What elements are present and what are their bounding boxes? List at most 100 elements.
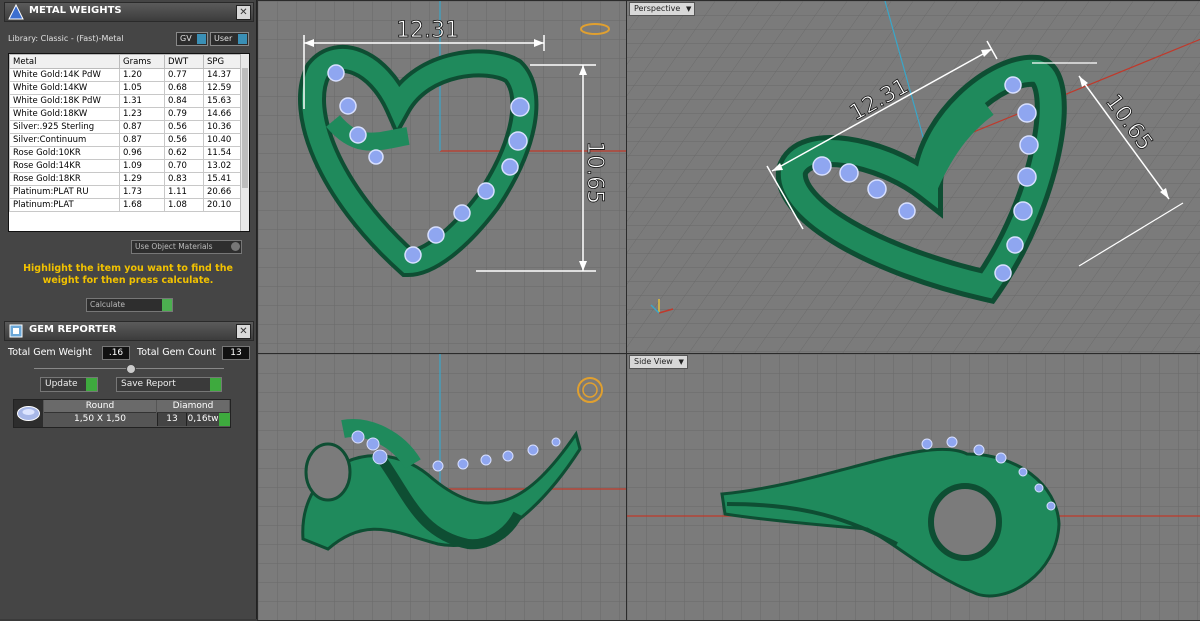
gem-count: 13 <box>157 413 186 426</box>
total-gem-count-value: 13 <box>222 346 250 360</box>
col-grams[interactable]: Grams <box>119 54 165 69</box>
perspective-label-text: Perspective <box>634 4 681 13</box>
metal-cell: White Gold:18KW <box>9 107 120 121</box>
calculate-button[interactable]: Calculate <box>86 298 173 312</box>
top-view-canvas: 12.31 10.65 <box>258 1 626 353</box>
table-row[interactable]: Platinum:PLAT 1.68 1.08 20.10 <box>9 198 245 212</box>
dwt-cell: 0.56 <box>164 133 204 147</box>
metal-cell: Rose Gold:10KR <box>9 146 120 160</box>
table-row[interactable]: Platinum:PLAT RU 1.73 1.11 20.66 <box>9 185 245 199</box>
scroll-thumb[interactable] <box>242 68 248 188</box>
close-icon[interactable]: ✕ <box>236 324 251 339</box>
metal-cell: White Gold:18K PdW <box>9 94 120 108</box>
side-panel: METAL WEIGHTS ✕ Library: Classic - (Fast… <box>0 0 257 619</box>
spg-cell: 12.59 <box>203 81 245 95</box>
grams-cell: 1.09 <box>119 159 165 173</box>
table-row[interactable]: White Gold:18KW 1.23 0.79 14.66 <box>9 107 245 121</box>
play-icon <box>210 378 221 391</box>
dwt-cell: 1.08 <box>164 198 204 212</box>
splitter-handle[interactable] <box>126 364 136 374</box>
play-icon <box>162 299 172 311</box>
metal-weights-icon <box>8 4 24 20</box>
spg-cell: 10.36 <box>203 120 245 134</box>
front-view-canvas <box>258 354 626 620</box>
metal-table[interactable]: Metal Grams DWT SPG White Gold:14K PdW 1.… <box>8 53 250 232</box>
side-view-canvas <box>627 354 1200 620</box>
use-object-materials-label: Use Object Materials <box>135 242 213 251</box>
gem-row[interactable]: Round Diamond 1,50 X 1,50 13 0,16tw <box>13 399 231 428</box>
save-report-button[interactable]: Save Report <box>116 377 222 392</box>
perspective-view-canvas: 12.31 10.65 <box>627 1 1200 353</box>
table-row[interactable]: Rose Gold:10KR 0.96 0.62 11.54 <box>9 146 245 160</box>
gem-reporter-titlebar: GEM REPORTER ✕ <box>4 321 254 341</box>
table-row[interactable]: White Gold:14KW 1.05 0.68 12.59 <box>9 81 245 95</box>
dimension-height-label: 10.65 <box>582 141 607 204</box>
viewport-front[interactable] <box>257 353 627 621</box>
col-metal[interactable]: Metal <box>9 54 120 69</box>
spg-cell: 13.02 <box>203 159 245 173</box>
dwt-cell: 0.62 <box>164 146 204 160</box>
metal-cell: White Gold:14KW <box>9 81 120 95</box>
grams-cell: 1.05 <box>119 81 165 95</box>
update-label: Update <box>45 379 78 389</box>
gv-indicator <box>197 34 206 44</box>
spg-cell: 20.10 <box>203 198 245 212</box>
table-scrollbar[interactable] <box>240 54 249 231</box>
gv-toggle[interactable]: GV <box>176 32 208 46</box>
side-view-label-text: Side View <box>634 357 673 366</box>
viewport-top[interactable]: 12.31 10.65 <box>257 0 627 354</box>
dimension-width-label: 12.31 <box>396 18 459 43</box>
chevron-down-icon: ▼ <box>678 358 684 366</box>
spg-cell: 15.41 <box>203 172 245 186</box>
gem-size: 1,50 X 1,50 <box>74 414 126 424</box>
metal-weights-title: METAL WEIGHTS <box>29 5 122 16</box>
col-dwt[interactable]: DWT <box>164 54 204 69</box>
table-row[interactable]: Rose Gold:14KR 1.09 0.70 13.02 <box>9 159 245 173</box>
table-row[interactable]: Rose Gold:18KR 1.29 0.83 15.41 <box>9 172 245 186</box>
dwt-cell: 0.70 <box>164 159 204 173</box>
metal-cell: Rose Gold:18KR <box>9 172 120 186</box>
grams-cell: 0.87 <box>119 120 165 134</box>
metal-cell: Platinum:PLAT <box>9 198 120 212</box>
dwt-cell: 0.83 <box>164 172 204 186</box>
total-gem-weight-label: Total Gem Weight <box>8 347 92 358</box>
grams-cell: 1.31 <box>119 94 165 108</box>
col-spg[interactable]: SPG <box>203 54 245 69</box>
table-row[interactable]: Silver:Continuum 0.87 0.56 10.40 <box>9 133 245 147</box>
spg-cell: 15.63 <box>203 94 245 108</box>
gv-label: GV <box>180 34 192 43</box>
play-icon[interactable] <box>219 413 230 426</box>
use-object-materials-select[interactable]: Use Object Materials <box>131 240 242 254</box>
metal-cell: Rose Gold:14KR <box>9 159 120 173</box>
close-icon[interactable]: ✕ <box>236 5 251 20</box>
viewport-perspective[interactable]: 12.31 10.65 Perspective ▼ <box>626 0 1200 354</box>
table-row[interactable]: White Gold:14K PdW 1.20 0.77 14.37 <box>9 68 245 82</box>
spg-cell: 14.37 <box>203 68 245 82</box>
table-row[interactable]: White Gold:18K PdW 1.31 0.84 15.63 <box>9 94 245 108</box>
calculate-label: Calculate <box>90 300 126 309</box>
save-report-label: Save Report <box>121 379 176 389</box>
user-toggle[interactable]: User <box>210 32 249 46</box>
metal-cell: Silver:.925 Sterling <box>9 120 120 134</box>
grams-cell: 0.96 <box>119 146 165 160</box>
spg-cell: 10.40 <box>203 133 245 147</box>
gem-weight: 0,16tw <box>186 413 219 426</box>
viewport-side[interactable]: Side View ▼ <box>626 353 1200 621</box>
grams-cell: 1.29 <box>119 172 165 186</box>
grams-cell: 1.20 <box>119 68 165 82</box>
metal-cell: White Gold:14K PdW <box>9 68 120 82</box>
play-icon <box>86 378 97 391</box>
table-row[interactable]: Silver:.925 Sterling 0.87 0.56 10.36 <box>9 120 245 134</box>
spg-cell: 20.66 <box>203 185 245 199</box>
grams-cell: 0.87 <box>119 133 165 147</box>
chevron-down-icon: ▼ <box>685 5 692 13</box>
dropdown-icon <box>231 242 240 251</box>
viewport-label-perspective[interactable]: Perspective ▼ <box>629 2 696 16</box>
dwt-cell: 0.68 <box>164 81 204 95</box>
update-button[interactable]: Update <box>40 377 98 392</box>
dwt-cell: 0.77 <box>164 68 204 82</box>
metal-weights-titlebar: METAL WEIGHTS ✕ <box>4 2 254 22</box>
viewport-label-side[interactable]: Side View ▼ <box>629 355 688 369</box>
gem-reporter-icon <box>9 324 23 338</box>
dwt-cell: 0.79 <box>164 107 204 121</box>
